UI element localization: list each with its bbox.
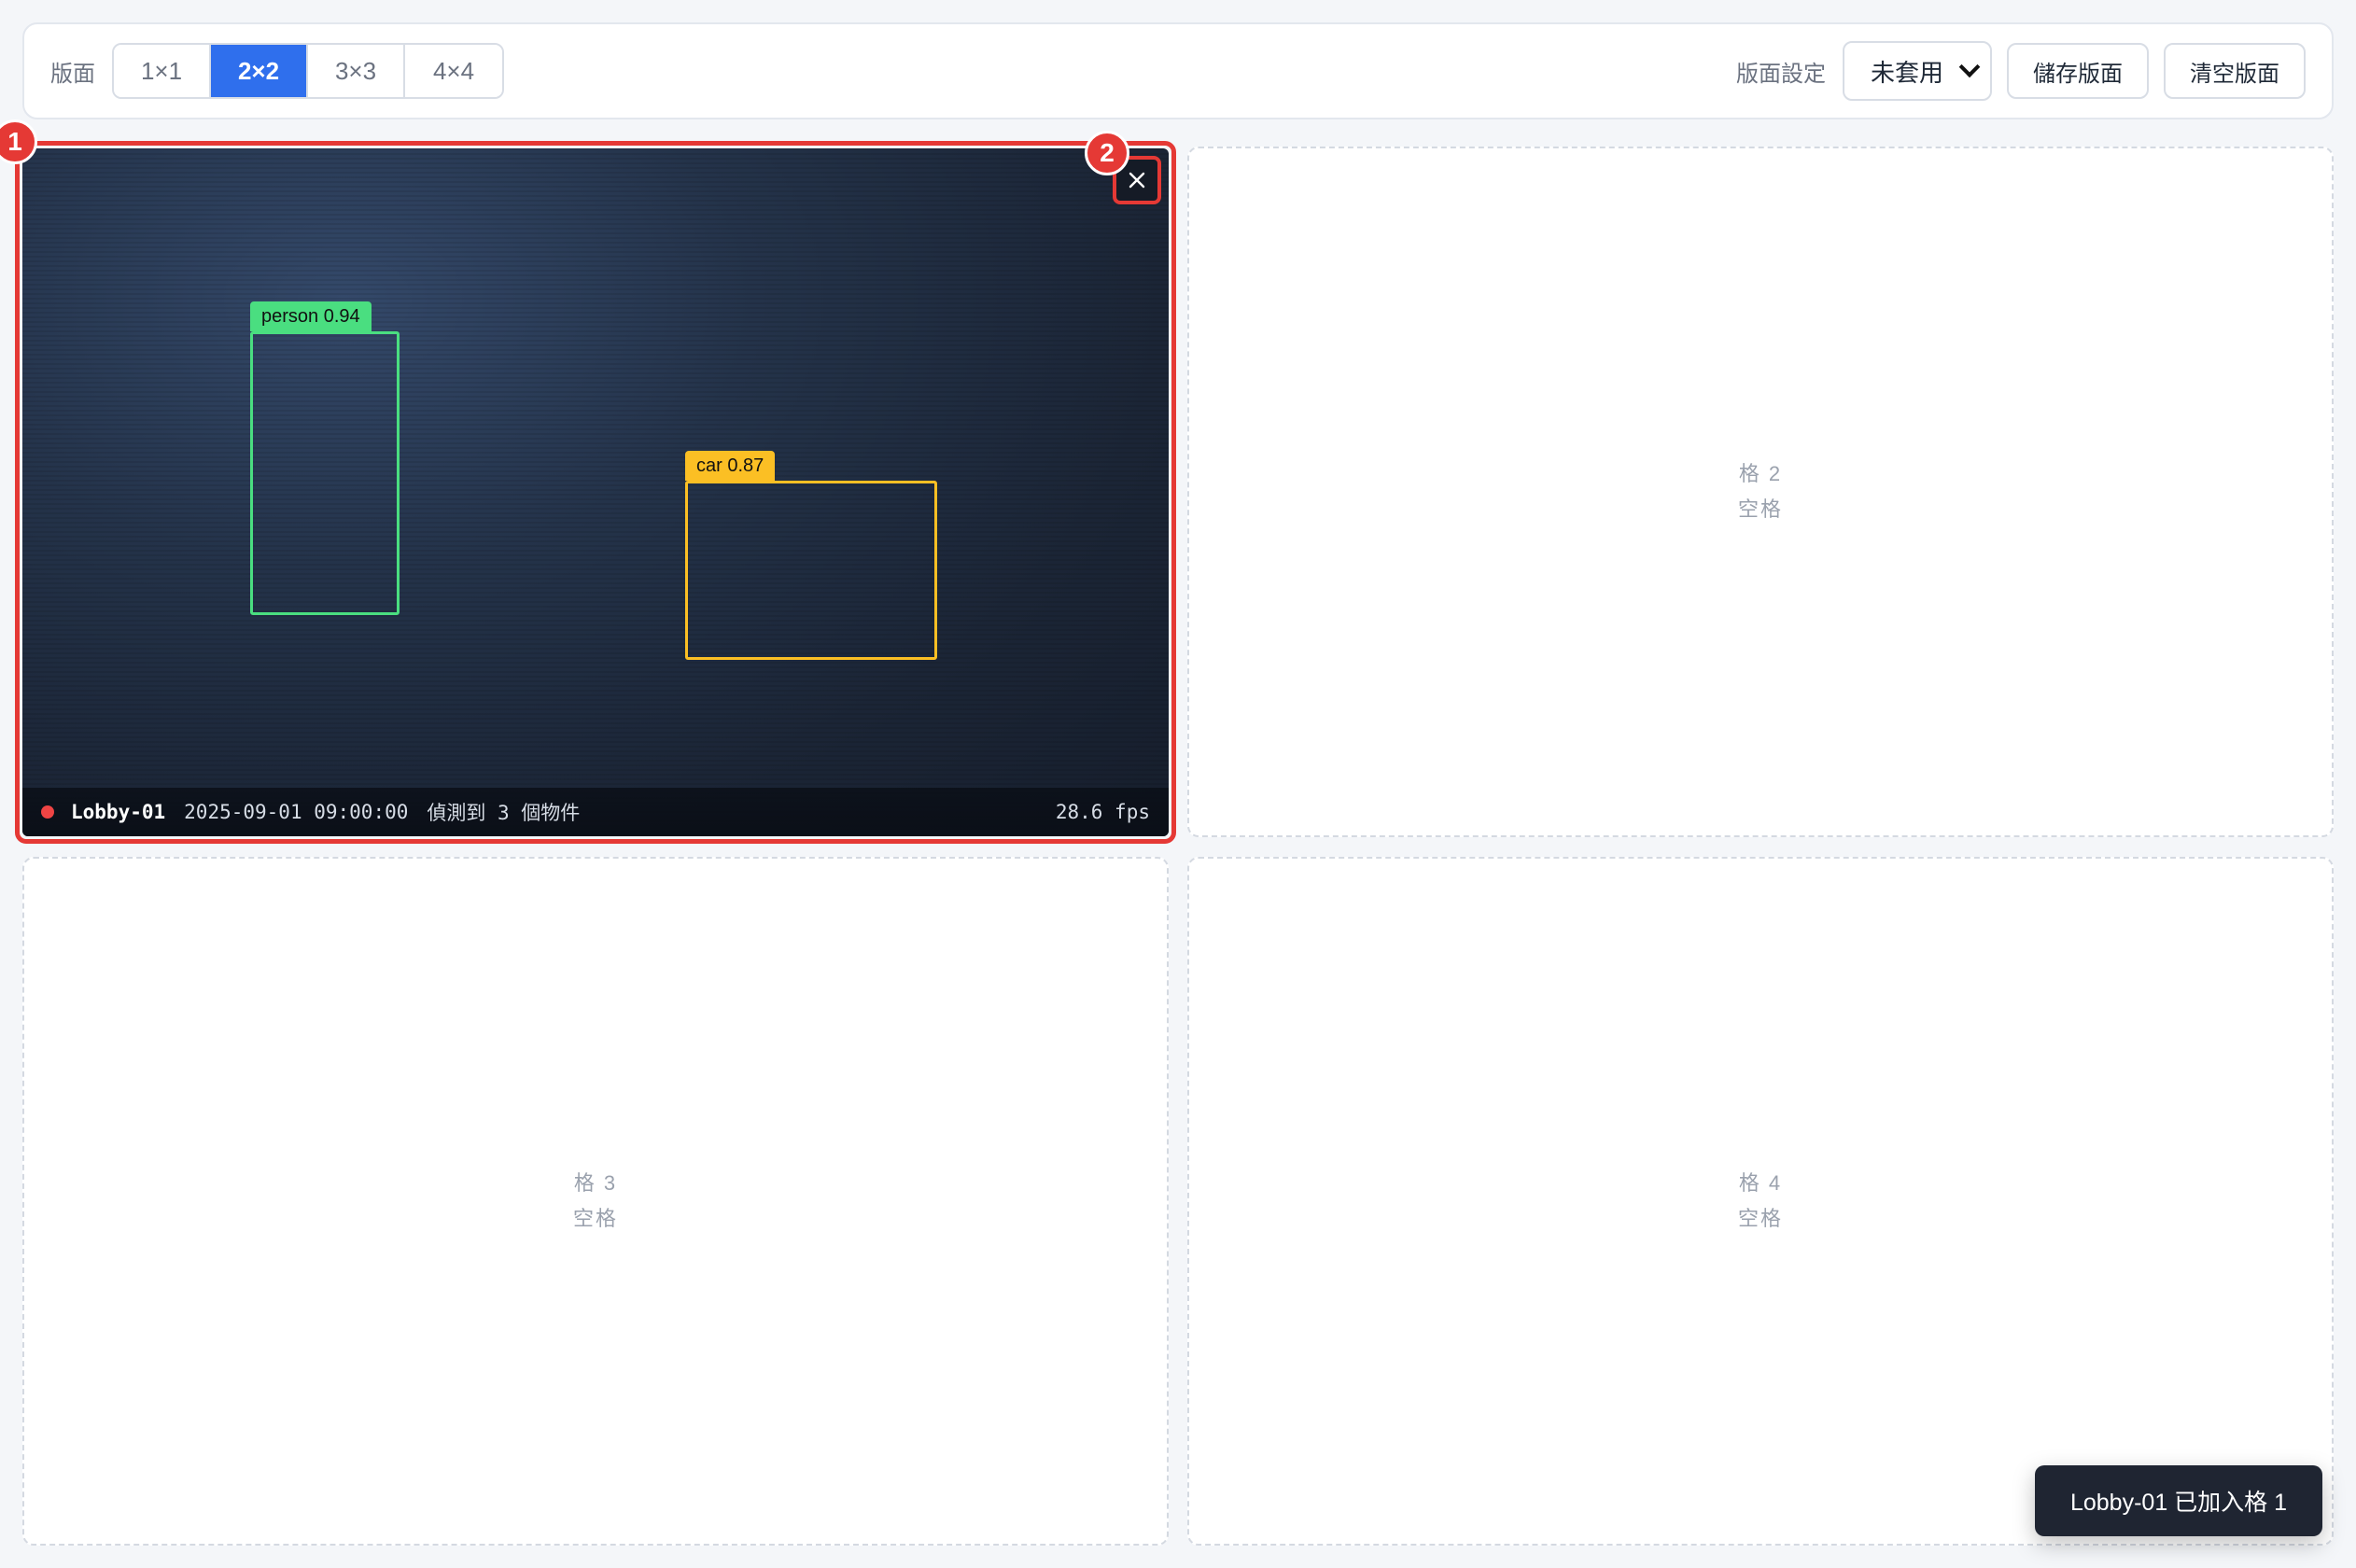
grid-cell-3[interactable]: 格 3 空格 bbox=[22, 857, 1169, 1546]
detection-label-car: car 0.87 bbox=[685, 451, 776, 481]
video-timestamp: 2025-09-01 09:00:00 bbox=[184, 801, 409, 823]
cell-status: 空格 bbox=[1737, 497, 1783, 521]
scanline-overlay bbox=[22, 148, 1169, 836]
video-info-bar: Lobby-01 2025-09-01 09:00:00 偵測到 3 個物件 2… bbox=[22, 788, 1169, 836]
cell-status: 空格 bbox=[572, 1207, 618, 1230]
layout-3x3-button[interactable]: 3×3 bbox=[308, 45, 405, 97]
detection-box-person bbox=[250, 331, 400, 615]
preset-label: 版面設定 bbox=[1736, 61, 1826, 87]
toolbar-right: 版面設定 未套用 儲存版面 清空版面 bbox=[1736, 41, 2306, 101]
layout-4x4-button[interactable]: 4×4 bbox=[405, 45, 502, 97]
cell-title: 格 3 bbox=[573, 1171, 618, 1195]
cell-title: 格 4 bbox=[1738, 1171, 1783, 1195]
layout-2x2-button[interactable]: 2×2 bbox=[211, 45, 308, 97]
layout-label: 版面 bbox=[50, 61, 95, 87]
layout-segmented-control: 1×1 2×2 3×3 4×4 bbox=[112, 43, 504, 99]
grid-cell-4[interactable]: 格 4 空格 bbox=[1187, 857, 2334, 1546]
chevron-down-icon bbox=[1958, 56, 1981, 78]
recording-indicator bbox=[41, 805, 54, 819]
cell-status: 空格 bbox=[1737, 1207, 1783, 1230]
grid-cell-2[interactable]: 格 2 空格 bbox=[1187, 147, 2334, 837]
toast-notification: Lobby-01 已加入格 1 bbox=[2035, 1465, 2322, 1536]
clear-layout-button[interactable]: 清空版面 bbox=[2164, 43, 2306, 99]
detection-count: 偵測到 3 個物件 bbox=[427, 802, 581, 824]
detection-box-car bbox=[685, 481, 937, 660]
cell-title: 格 2 bbox=[1738, 462, 1783, 485]
preset-select-value: 未套用 bbox=[1871, 58, 1944, 87]
preset-select[interactable]: 未套用 bbox=[1843, 41, 1992, 101]
fps-readout: 28.6 fps bbox=[1055, 801, 1150, 823]
camera-name: Lobby-01 bbox=[71, 801, 166, 823]
grid-cell-1[interactable]: person 0.94 car 0.87 Lobby-01 2025-09-01… bbox=[15, 141, 1176, 844]
layout-1x1-button[interactable]: 1×1 bbox=[114, 45, 211, 97]
annotation-badge-2: 2 bbox=[1085, 131, 1129, 175]
save-layout-button[interactable]: 儲存版面 bbox=[2007, 43, 2149, 99]
video-feed: person 0.94 car 0.87 Lobby-01 2025-09-01… bbox=[22, 148, 1169, 836]
detection-label-person: person 0.94 bbox=[250, 301, 372, 331]
close-icon bbox=[1129, 172, 1145, 189]
layout-toolbar: 版面 1×1 2×2 3×3 4×4 版面設定 未套用 儲存版面 清空版面 bbox=[22, 22, 2334, 119]
